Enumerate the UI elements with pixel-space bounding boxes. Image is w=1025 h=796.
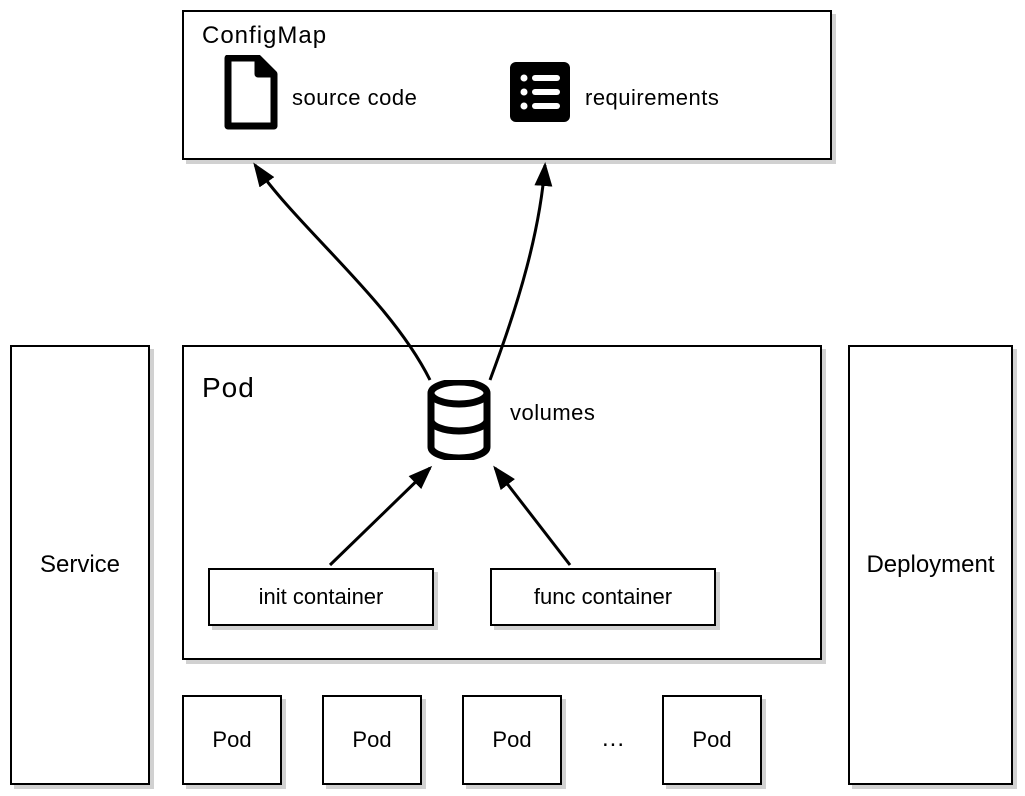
service-title: Service [40, 551, 120, 579]
init-container-box: init container [208, 568, 434, 626]
requirements-label: requirements [585, 85, 719, 111]
init-container-label: init container [259, 584, 384, 610]
pod-row-item-3: Pod [462, 695, 562, 785]
database-icon [425, 380, 493, 460]
volumes-label: volumes [510, 400, 595, 426]
pod-row-ellipsis: ... [602, 725, 625, 753]
pod-row-item-2: Pod [322, 695, 422, 785]
pod-row-label: Pod [492, 727, 531, 753]
pod-row-label: Pod [352, 727, 391, 753]
diagram-root: ConfigMap source code requirements Servi… [0, 0, 1025, 796]
pod-row-label: Pod [212, 727, 251, 753]
deployment-title: Deployment [866, 551, 994, 579]
configmap-title: ConfigMap [202, 22, 327, 50]
pod-title: Pod [202, 372, 255, 404]
list-icon [510, 62, 570, 122]
file-icon [222, 55, 280, 130]
service-box: Service [10, 345, 150, 785]
source-code-label: source code [292, 85, 417, 111]
deployment-box: Deployment [848, 345, 1013, 785]
pod-row-item-4: Pod [662, 695, 762, 785]
func-container-box: func container [490, 568, 716, 626]
pod-row-item-1: Pod [182, 695, 282, 785]
pod-row-label: Pod [692, 727, 731, 753]
func-container-label: func container [534, 584, 672, 610]
